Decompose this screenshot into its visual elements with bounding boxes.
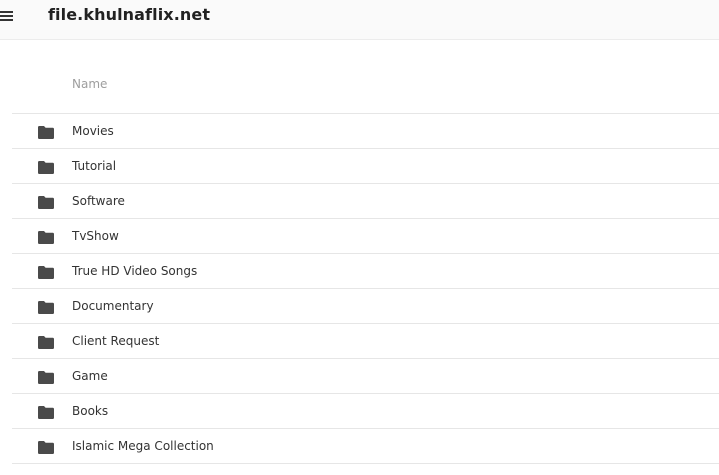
list-item-folder[interactable]: Movies [12, 114, 719, 149]
list-item-folder[interactable]: Documentary [12, 289, 719, 324]
file-list: Movies Tutorial Software TvShow True HD … [12, 113, 719, 464]
site-title[interactable]: file.khulnaflix.net [48, 5, 210, 24]
folder-name[interactable]: Client Request [72, 334, 159, 348]
list-item-folder[interactable]: Game [12, 359, 719, 394]
folder-name[interactable]: True HD Video Songs [72, 264, 197, 278]
folder-icon [38, 406, 54, 419]
folder-icon [38, 301, 54, 314]
folder-icon [38, 336, 54, 349]
folder-icon [38, 441, 54, 454]
folder-name[interactable]: Books [72, 404, 108, 418]
folder-name[interactable]: Islamic Mega Collection [72, 439, 214, 453]
list-item-folder[interactable]: Client Request [12, 324, 719, 359]
list-item-folder[interactable]: TvShow [12, 219, 719, 254]
list-item-folder[interactable]: Software [12, 184, 719, 219]
folder-icon [38, 266, 54, 279]
folder-icon [38, 371, 54, 384]
folder-name[interactable]: Game [72, 369, 108, 383]
top-bar: file.khulnaflix.net [0, 0, 719, 40]
list-item-folder[interactable]: True HD Video Songs [12, 254, 719, 289]
folder-name[interactable]: Software [72, 194, 125, 208]
list-item-folder[interactable]: Islamic Mega Collection [12, 429, 719, 464]
list-item-folder[interactable]: Tutorial [12, 149, 719, 184]
list-item-folder[interactable]: Books [12, 394, 719, 429]
folder-name[interactable]: TvShow [72, 229, 119, 243]
folder-icon [38, 126, 54, 139]
folder-icon [38, 196, 54, 209]
folder-icon [38, 161, 54, 174]
folder-name[interactable]: Documentary [72, 299, 154, 313]
folder-name[interactable]: Movies [72, 124, 114, 138]
name-column-header[interactable]: Name [72, 77, 107, 91]
hamburger-menu-icon[interactable] [0, 9, 14, 23]
folder-name[interactable]: Tutorial [72, 159, 116, 173]
folder-icon [38, 231, 54, 244]
